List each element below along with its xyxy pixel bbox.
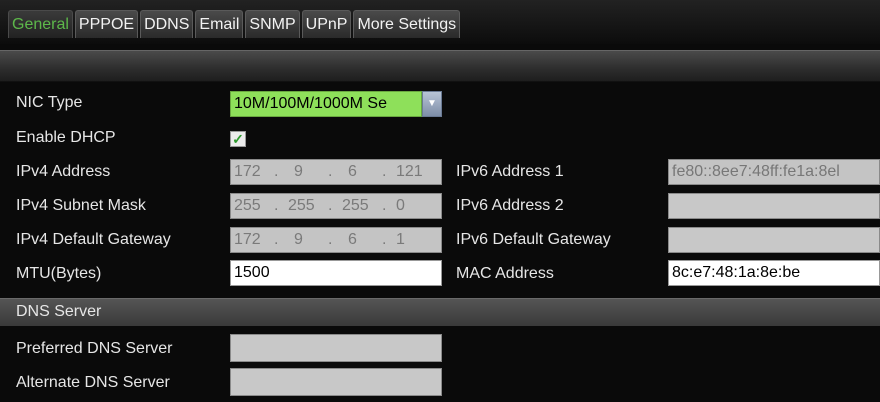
ipv4-subnet-octet-2: 255 (288, 197, 315, 214)
ipv4-gateway-octet-4: 1 (396, 231, 405, 248)
ipv4-address-dot: . (328, 163, 333, 180)
ipv4-subnet-dot: . (328, 197, 333, 214)
ipv6-address2-label: IPv6 Address 2 (456, 197, 564, 214)
ipv4-address-label: IPv4 Address (16, 163, 111, 180)
ipv4-address-octet-1: 172 (234, 163, 261, 180)
tab-more-settings[interactable]: More Settings (353, 10, 461, 38)
tab-upnp[interactable]: UPnP (301, 10, 352, 38)
ipv4-subnet-octet-4: 0 (396, 197, 405, 214)
checkmark-icon: ✓ (232, 131, 244, 147)
ipv4-gateway-octet-2: 9 (294, 231, 303, 248)
nic-type-select[interactable]: 10M/100M/1000M Se ▼ (230, 91, 442, 117)
tab-general[interactable]: General (8, 10, 73, 38)
tab-pppoe[interactable]: PPPOE (74, 10, 139, 38)
ipv6-address1-label: IPv6 Address 1 (456, 163, 564, 180)
ipv6-address2-field[interactable] (668, 193, 880, 219)
ipv4-gateway-label: IPv4 Default Gateway (16, 231, 171, 248)
ipv4-subnet-octet-1: 255 (234, 197, 261, 214)
ipv4-address-dot: . (274, 163, 279, 180)
mac-address-label: MAC Address (456, 265, 554, 282)
nic-type-value[interactable]: 10M/100M/1000M Se (230, 91, 422, 117)
tab-list: General PPPOE DDNS Email SNMP UPnP More … (8, 10, 462, 38)
alternate-dns-label: Alternate DNS Server (16, 374, 170, 391)
chevron-down-icon[interactable]: ▼ (422, 91, 442, 117)
ipv4-subnet-dot: . (382, 197, 387, 214)
tab-email[interactable]: Email (195, 10, 244, 38)
ipv4-address-octet-3: 6 (348, 163, 357, 180)
mtu-input[interactable]: 1500 (230, 260, 442, 286)
mac-address-field[interactable]: 8c:e7:48:1a:8e:be (668, 260, 880, 286)
ipv4-gateway-dot: . (382, 231, 387, 248)
ipv4-gateway-octet-3: 6 (348, 231, 357, 248)
ipv6-gateway-field[interactable] (668, 227, 880, 253)
preferred-dns-label: Preferred DNS Server (16, 340, 173, 357)
mtu-label: MTU(Bytes) (16, 265, 102, 282)
enable-dhcp-checkbox[interactable]: ✓ (230, 131, 246, 147)
ipv4-subnet-label: IPv4 Subnet Mask (16, 197, 146, 214)
ipv4-gateway-octet-1: 172 (234, 231, 261, 248)
alternate-dns-input[interactable] (230, 368, 442, 396)
tab-bar: General PPPOE DDNS Email SNMP UPnP More … (0, 0, 880, 44)
enable-dhcp-label: Enable DHCP (16, 129, 116, 146)
tab-ddns[interactable]: DDNS (140, 10, 194, 38)
ipv4-address-octet-4: 121 (396, 163, 423, 180)
ipv4-address-field[interactable]: 172 . 9 . 6 . 121 (230, 159, 442, 185)
ipv4-subnet-dot: . (274, 197, 279, 214)
ipv4-subnet-octet-3: 255 (342, 197, 369, 214)
preferred-dns-input[interactable] (230, 334, 442, 362)
ipv4-gateway-dot: . (274, 231, 279, 248)
ipv4-address-dot: . (382, 163, 387, 180)
nic-type-label: NIC Type (16, 94, 83, 111)
dns-section-title: DNS Server (16, 303, 102, 320)
ipv6-address1-field[interactable]: fe80::8ee7:48ff:fe1a:8el (668, 159, 880, 185)
ipv6-gateway-label: IPv6 Default Gateway (456, 231, 611, 248)
ipv4-gateway-field[interactable]: 172 . 9 . 6 . 1 (230, 227, 442, 253)
tab-snmp[interactable]: SNMP (245, 10, 300, 38)
ipv4-address-octet-2: 9 (294, 163, 303, 180)
header-band (0, 50, 880, 82)
ipv4-gateway-dot: . (328, 231, 333, 248)
ipv4-subnet-field[interactable]: 255 . 255 . 255 . 0 (230, 193, 442, 219)
dns-section-header: DNS Server (0, 298, 880, 326)
